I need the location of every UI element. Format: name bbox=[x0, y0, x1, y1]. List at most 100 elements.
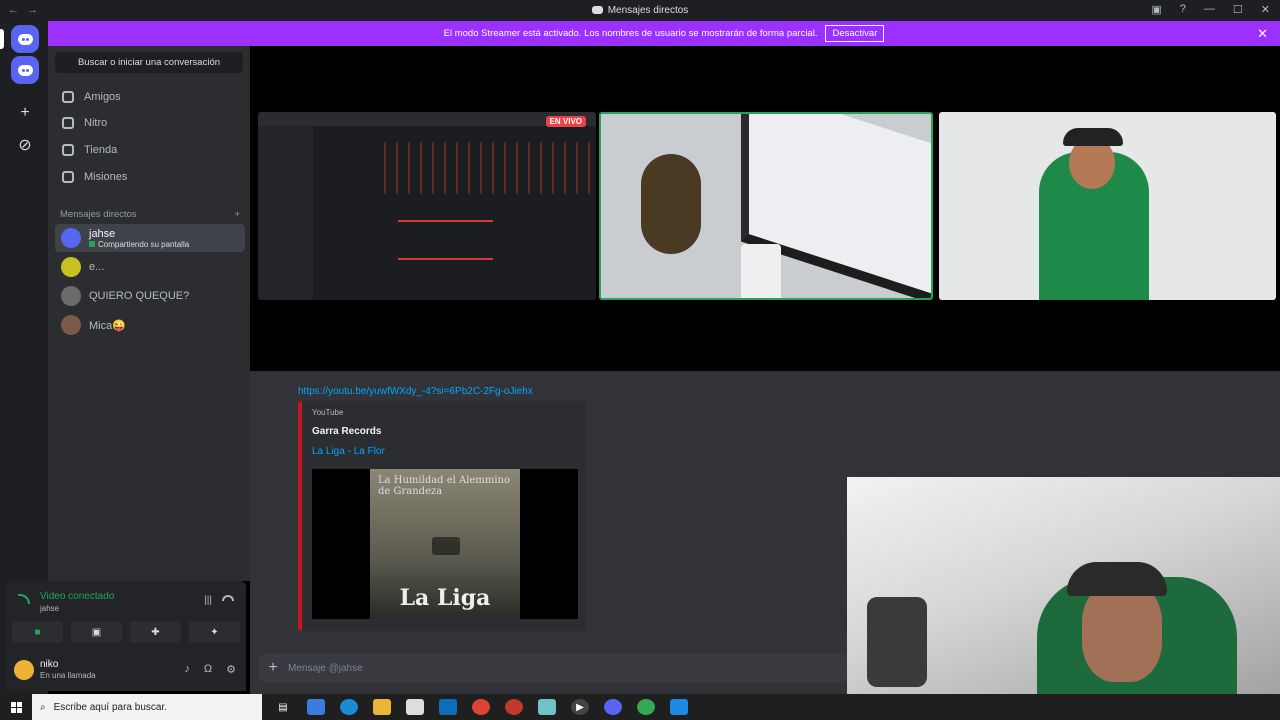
gear-icon[interactable]: ⚙ bbox=[226, 663, 236, 676]
taskbar-search[interactable]: ⌕ Escribe aquí para buscar. bbox=[32, 694, 262, 720]
banner-text: El modo Streamer está activado. Los nomb… bbox=[443, 28, 818, 39]
window-title-text: Mensajes directos bbox=[607, 5, 689, 16]
nav-label: Nitro bbox=[84, 117, 108, 129]
dm-status: Compartiendo su pantalla bbox=[89, 240, 189, 249]
face-image bbox=[1082, 582, 1162, 682]
embed-author[interactable]: Garra Records bbox=[312, 426, 381, 437]
dm-name: QUIERO QUEQUE? bbox=[89, 290, 190, 302]
title-bar: ← → Mensajes directos ▣ ? — ☐ ✕ bbox=[0, 0, 1280, 21]
help-icon[interactable]: ? bbox=[1180, 3, 1186, 16]
avatar bbox=[61, 257, 81, 277]
compass-icon: ⊘ bbox=[18, 137, 32, 154]
daw-pattern bbox=[378, 142, 596, 194]
message-link[interactable]: https://youtu.be/yuwfWXdy_-4?si=6Pb2C-2F… bbox=[298, 386, 533, 397]
dm-item[interactable]: Mica😜 bbox=[55, 311, 245, 339]
discord-logo-icon bbox=[17, 64, 33, 76]
edge-icon[interactable] bbox=[340, 699, 358, 715]
user-name[interactable]: niko bbox=[40, 659, 58, 670]
message-input[interactable]: + Mensaje @jahse bbox=[258, 654, 848, 682]
user-controls: ♪ Ω ⚙ bbox=[184, 663, 236, 676]
avatar bbox=[61, 286, 81, 306]
message-placeholder: Mensaje @jahse bbox=[288, 662, 363, 674]
voice-connection-panel: Video conectado jahse ||| ■ ▣ ✚ ✦ bbox=[6, 581, 246, 651]
inbox-icon[interactable]: ▣ bbox=[1151, 3, 1161, 16]
search-input[interactable]: Buscar o iniciar una conversación bbox=[55, 52, 243, 73]
discord-logo-icon bbox=[17, 33, 33, 45]
nav-label: Misiones bbox=[84, 171, 128, 183]
media-player-icon[interactable]: ▶ bbox=[571, 699, 589, 715]
close-window-button[interactable]: ✕ bbox=[1261, 3, 1270, 16]
shop-icon bbox=[62, 144, 74, 156]
screen-share-tile[interactable]: EN VIVO bbox=[258, 112, 596, 300]
connection-channel: jahse bbox=[40, 604, 60, 613]
mail-icon[interactable] bbox=[439, 699, 457, 715]
search-icon: ⌕ bbox=[40, 701, 46, 713]
plus-icon: + bbox=[20, 104, 30, 121]
app-icon[interactable] bbox=[505, 699, 523, 715]
nav-nitro[interactable]: Nitro bbox=[56, 110, 244, 136]
attach-plus-icon[interactable]: + bbox=[258, 659, 288, 677]
discord-taskbar-icon[interactable] bbox=[604, 699, 622, 715]
file-explorer-icon[interactable] bbox=[373, 699, 391, 715]
store-icon[interactable] bbox=[406, 699, 424, 715]
disable-streamer-button[interactable]: Desactivar bbox=[825, 25, 885, 42]
pattern-steps bbox=[378, 142, 596, 194]
microphone-icon[interactable]: ♪ bbox=[184, 663, 190, 676]
activities-button[interactable]: ✚ bbox=[130, 621, 181, 643]
add-server-button[interactable]: + bbox=[11, 99, 39, 127]
copilot-icon[interactable] bbox=[307, 699, 325, 715]
dm-status-text: Compartiendo su pantalla bbox=[98, 239, 190, 249]
video-tile-camera-monitor[interactable] bbox=[599, 112, 933, 300]
dm-sidebar: Buscar o iniciar una conversación Amigos… bbox=[48, 46, 250, 581]
video-tile-camera-person[interactable] bbox=[939, 112, 1276, 300]
dm-item-jahse[interactable]: jahse Compartiendo su pantalla bbox=[55, 224, 245, 252]
headset-icon[interactable]: Ω bbox=[204, 663, 212, 676]
signal-icon[interactable] bbox=[18, 594, 30, 604]
screen-share-button[interactable]: ▣ bbox=[71, 621, 122, 643]
call-actions: ■ ▣ ✚ ✦ bbox=[12, 621, 240, 643]
minimize-button[interactable]: — bbox=[1204, 3, 1215, 16]
dm-item[interactable]: QUIERO QUEQUE? bbox=[55, 282, 245, 310]
chrome-profile-icon[interactable] bbox=[637, 699, 655, 715]
start-button[interactable] bbox=[0, 701, 32, 713]
explore-button[interactable]: ⊘ bbox=[11, 131, 39, 159]
dm-text: jahse Compartiendo su pantalla bbox=[89, 228, 189, 249]
nav-friends[interactable]: Amigos bbox=[56, 84, 244, 110]
avatar[interactable] bbox=[14, 660, 34, 680]
nav-shop[interactable]: Tienda bbox=[56, 137, 244, 163]
task-view-icon[interactable]: ▤ bbox=[274, 699, 292, 715]
backpack-image bbox=[867, 597, 927, 687]
cap-image bbox=[1063, 128, 1123, 146]
guitar-image bbox=[641, 154, 701, 254]
notepad-icon[interactable] bbox=[538, 699, 556, 715]
connection-status[interactable]: Video conectado bbox=[40, 591, 114, 602]
windows-taskbar: ⌕ Escribe aquí para buscar. ▤ ▶ bbox=[0, 694, 1280, 720]
app-icon[interactable] bbox=[670, 699, 688, 715]
screen-share-icon bbox=[89, 240, 95, 247]
windows-logo-icon bbox=[10, 701, 22, 713]
soundboard-button[interactable]: ✦ bbox=[189, 621, 240, 643]
friends-icon bbox=[62, 91, 74, 103]
direct-messages-button[interactable] bbox=[11, 25, 39, 53]
nav-quests[interactable]: Misiones bbox=[56, 164, 244, 190]
cover-top-text: La Humildad el Alemmino de Grandeza bbox=[378, 475, 511, 497]
dm-name: e... bbox=[89, 261, 105, 273]
create-dm-icon[interactable]: + bbox=[234, 209, 240, 220]
play-icon[interactable] bbox=[432, 537, 460, 555]
live-badge: EN VIVO bbox=[545, 116, 586, 127]
embed-title[interactable]: La Liga - La Flor bbox=[312, 446, 385, 457]
streamer-mode-banner: El modo Streamer está activado. Los nomb… bbox=[48, 21, 1280, 46]
server-button[interactable] bbox=[11, 56, 39, 84]
disconnect-icon[interactable] bbox=[222, 595, 234, 601]
self-camera-preview[interactable] bbox=[847, 477, 1280, 720]
nitro-icon bbox=[62, 117, 74, 129]
dm-item[interactable]: e... bbox=[55, 253, 245, 281]
maximize-button[interactable]: ☐ bbox=[1233, 3, 1243, 16]
user-status: En una llamada bbox=[40, 671, 96, 680]
dm-name: jahse bbox=[89, 227, 116, 240]
camera-button[interactable]: ■ bbox=[12, 621, 63, 643]
noise-suppression-icon[interactable]: ||| bbox=[204, 595, 212, 606]
chrome-icon[interactable] bbox=[472, 699, 490, 715]
close-icon[interactable]: ✕ bbox=[1257, 26, 1268, 42]
embed-video[interactable]: La Humildad el Alemmino de Grandeza La L… bbox=[312, 469, 578, 619]
